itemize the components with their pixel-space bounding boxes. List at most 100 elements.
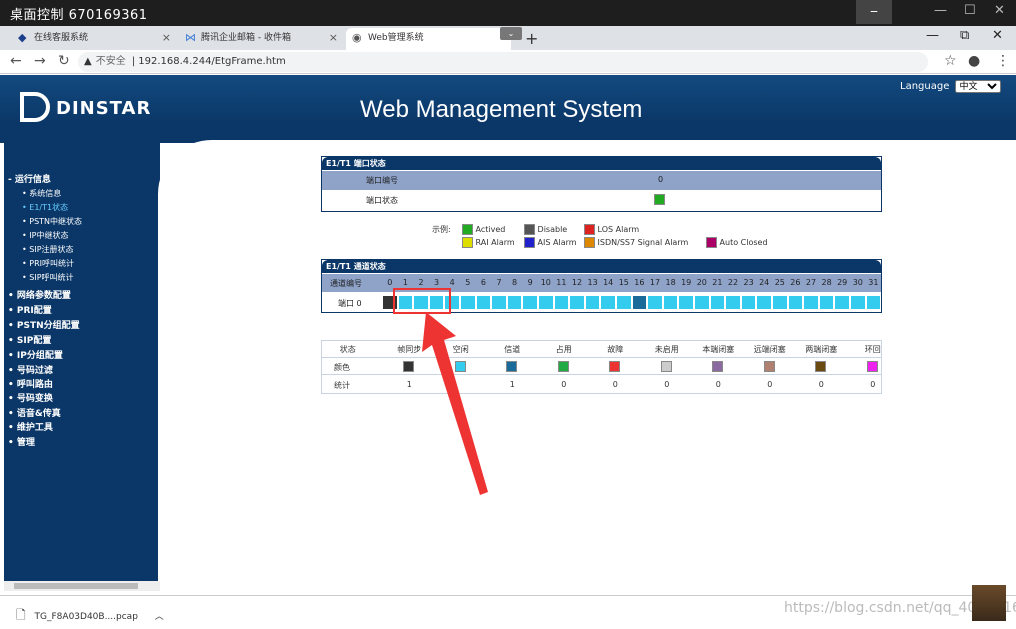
swatch [584,237,595,248]
sidebar-item-label: 系统信息 [29,189,62,198]
sidebar-item[interactable]: • 号码变换 [8,391,53,404]
swatch [462,224,473,235]
stats-header: 占用 [555,345,572,354]
channel-number: 31 [868,278,879,287]
sidebar-subitem[interactable]: • PSTN中继状态 [22,216,82,227]
channel-number: 30 [852,278,863,287]
mail-icon: ⋈ [185,31,196,44]
port-number-label: 端口编号 [366,176,398,185]
sidebar-item[interactable]: • 维护工具 [8,420,53,433]
menu-icon[interactable]: ⋮ [996,53,1010,69]
channel-number: 6 [480,278,486,287]
sidebar-subitem-e1t1[interactable]: • E1/T1状态 [22,202,68,213]
window-maximize-icon[interactable]: ☐ [964,3,976,18]
swatch [706,237,717,248]
channel-number: 26 [790,278,801,287]
language-select[interactable]: 中文 [954,80,1001,93]
channel-number: 19 [681,278,692,287]
channel-port-label: 端口 0 [338,299,362,308]
legend-text: Auto Closed [719,238,768,247]
sidebar-item[interactable]: • 网络参数配置 [8,288,71,301]
sidebar-item[interactable]: • PSTN分组配置 [8,318,80,331]
channel-number: 5 [465,278,471,287]
logo: DINSTAR [20,92,152,124]
tab-strip: ◆ 在线客服系统 × ⋈ 腾讯企业邮箱 - 收件箱 × ◉ Web管理系统 ⌄ … [0,26,1016,50]
address-text[interactable]: ▲ 不安全 | 192.168.4.244/EtgFrame.htm [84,53,286,71]
logo-text: DINSTAR [56,98,152,119]
back-icon[interactable]: ← [10,53,22,69]
forward-icon[interactable]: → [34,53,46,69]
channel-cell [506,295,523,310]
channel-cell [600,295,616,310]
sidebar-subitem[interactable]: • PRI呼叫统计 [22,258,74,269]
tab-online-service[interactable]: ◆ 在线客服系统 × [12,28,177,50]
stats-header: 环回 [864,345,881,354]
stats-color-swatch [866,361,878,372]
window-menu-button[interactable]: ⎯ [856,0,892,24]
stats-count-label: 统计 [334,381,350,390]
profile-icon[interactable]: ● [968,53,980,69]
window-close-icon[interactable]: ✕ [994,3,1005,18]
scrollbar-thumb[interactable] [14,583,138,589]
sidebar-item-label: IP分组配置 [16,351,63,361]
sidebar-subitem[interactable]: • 系统信息 [22,188,61,199]
tab-web-manage[interactable]: ◉ Web管理系统 [346,28,511,50]
sidebar-item-label: PRI呼叫统计 [29,259,75,268]
window-minimize-icon[interactable]: — [934,3,947,18]
channel-header-label: 通道编号 [330,279,362,288]
tab-search-icon[interactable]: ⌄ [500,27,522,40]
channel-cell [740,295,757,310]
sidebar-subitem[interactable]: • SIP呼叫统计 [22,272,74,283]
channel-cell [662,295,679,310]
sidebar-item-label: 网络参数配置 [16,291,71,301]
channel-number: 29 [837,278,848,287]
channel-number: 16 [634,278,645,287]
legend-text: AIS Alarm [537,238,577,247]
close-icon[interactable]: × [162,28,171,48]
sidebar-item[interactable]: • 管理 [8,435,35,448]
channel-cell [725,295,741,310]
tab-tencent-mail[interactable]: ⋈ 腾讯企业邮箱 - 收件箱 × [179,28,344,50]
channel-number: 14 [603,278,614,287]
port-row-status: 端口状态 [322,190,881,211]
port-number-value: 0 [658,175,664,184]
channel-number: 22 [727,278,739,287]
stats-color-swatch [506,361,518,372]
sidebar-item[interactable]: • 语音&传真 [8,406,61,419]
legend-text: Actived [475,225,506,234]
sidebar-item[interactable]: • IP分组配置 [8,348,63,361]
reload-icon[interactable]: ↻ [58,53,70,69]
sidebar-item[interactable]: • PRI配置 [8,303,52,316]
sidebar-item[interactable]: • 号码过滤 [8,363,53,376]
new-tab-icon[interactable]: + [525,29,538,48]
sidebar-subitem[interactable]: • IP中继状态 [22,230,68,241]
sidebar-subitem[interactable]: • SIP注册状态 [22,244,74,255]
logo-mark-icon [20,92,50,122]
channel-number: 20 [696,278,707,287]
arrow-shape [422,312,488,495]
sidebar-scrollbar[interactable] [4,581,160,591]
minimize-icon[interactable]: — [926,28,939,43]
sidebar-item[interactable]: • SIP配置 [8,333,51,346]
channel-cell [709,295,726,310]
stats-color-swatch [815,361,827,372]
close-icon[interactable]: × [329,28,338,48]
channel-cell [834,295,850,310]
stats-color-swatch [763,361,775,372]
stats-header: 故障 [607,345,624,354]
restore-icon[interactable]: ⧉ [960,28,969,43]
sidebar-item-runinfo[interactable]: - 运行信息 [8,172,51,185]
download-item[interactable]: 🗋 TG_F8A03D40B....pcap ︿ [16,606,164,627]
close-icon[interactable]: ✕ [992,28,1003,43]
sidebar-item-label: 运行信息 [14,175,51,185]
stats-color-swatch [660,361,672,372]
channel-cell [865,295,882,310]
star-icon[interactable]: ☆ [944,53,957,69]
chevron-up-icon[interactable]: ︿ [155,612,164,622]
legend-item: ISDN/SS7 Signal Alarm [584,237,688,248]
sidebar-item[interactable]: • 呼叫路由 [8,377,53,390]
sidebar-item-label: 管理 [16,438,35,448]
channel-cell [616,295,632,310]
port-status-label: 端口状态 [366,196,398,205]
channel-number: 25 [774,278,785,287]
